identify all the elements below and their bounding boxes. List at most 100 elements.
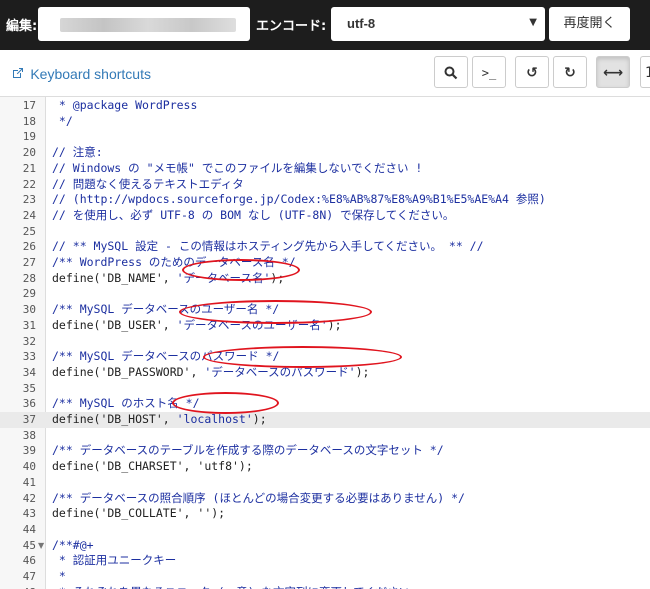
editor-topbar: 編集: エンコード: utf-8 ▼ 再度開く <box>0 0 650 50</box>
line-number: 21 <box>22 161 36 175</box>
redo-button[interactable]: ↻ <box>553 56 587 88</box>
code-line[interactable]: 19 <box>0 129 650 145</box>
keyboard-shortcuts-link[interactable]: Keyboard shortcuts <box>12 66 151 82</box>
code-text: /** データベースの照合順序 (ほとんどの場合変更する必要はありません) */ <box>52 490 465 505</box>
code-line[interactable]: 29 <box>0 286 650 302</box>
chevron-down-icon: ▼ <box>529 17 537 28</box>
wrap-toggle-button[interactable]: ⟷ <box>596 56 630 88</box>
code-line[interactable]: 44 <box>0 522 650 538</box>
encoding-select[interactable]: utf-8 ▼ <box>331 7 545 41</box>
search-icon <box>444 66 458 80</box>
line-number: 40 <box>22 460 36 474</box>
toolbar-overflow-label: 1 <box>645 65 650 81</box>
code-line[interactable]: 23 // (http://wpdocs.sourceforge.jp/Codex… <box>0 192 650 208</box>
code-line[interactable]: 42 /** データベースの照合順序 (ほとんどの場合変更する必要はありません) … <box>0 491 650 507</box>
line-number: 38 <box>22 428 36 442</box>
code-text: // を使用し、必ず UTF-8 の BOM なし (UTF-8N) で保存して… <box>52 207 455 222</box>
code-line[interactable]: 36/** MySQL のホスト名 */ <box>0 396 650 412</box>
code-line[interactable]: 46 * 認証用ユニークキー <box>0 553 650 569</box>
line-number: 27 <box>22 256 36 269</box>
code-text: */ <box>52 113 73 128</box>
annotation-ellipse <box>182 259 300 281</box>
code-line[interactable]: 25 <box>0 224 650 240</box>
annotation-ellipse <box>172 392 279 414</box>
code-line[interactable]: 28 define('DB_NAME', 'データベース名'); <box>0 271 650 287</box>
line-number: 45 <box>22 538 36 552</box>
line-number: 35 <box>22 381 36 395</box>
code-text: // 問題なく使えるテキストエディタ <box>52 176 244 191</box>
annotation-ellipse <box>179 300 372 324</box>
undo-button[interactable]: ↺ <box>515 56 549 88</box>
blurred-filename <box>60 18 236 32</box>
code-line[interactable]: 26 // ** MySQL 設定 - この情報はホスティング先から入手してくださ… <box>0 239 650 255</box>
code-line[interactable]: 18 */ <box>0 114 650 130</box>
code-text: /** データベースのテーブルを作成する際のデータベースの文字セット */ <box>52 443 444 458</box>
code-define-prefix: define('DB_HOST', <box>52 412 177 426</box>
line-number: 44 <box>22 522 36 536</box>
file-label: 編集: <box>6 19 38 34</box>
code-line[interactable]: 20 // 注意: <box>0 145 650 161</box>
search-button[interactable] <box>434 56 468 88</box>
code-text: // Windows の "メモ帳" でこのファイルを編集しないでください ! <box>52 160 423 175</box>
fold-arrow-icon[interactable]: ▼ <box>38 538 44 554</box>
reopen-button[interactable]: 再度開く <box>549 7 630 41</box>
code-define-suffix: ); <box>355 364 370 379</box>
line-number: 46 <box>22 554 36 568</box>
code-text: * それぞれを異なるユニーク (一意) な文字列に変更してください。 <box>52 585 422 589</box>
code-text: define('DB_COLLATE', ''); <box>52 506 226 521</box>
line-number: 29 <box>22 287 36 301</box>
wrap-icon: ⟷ <box>602 65 624 81</box>
code-line[interactable]: 35 <box>0 381 650 397</box>
code-line[interactable]: 39 /** データベースのテーブルを作成する際のデータベースの文字セット */ <box>0 443 650 459</box>
encoding-value: utf-8 <box>347 16 376 31</box>
line-number: 34 <box>22 365 36 379</box>
code-line[interactable]: 48 * それぞれを異なるユニーク (一意) な文字列に変更してください。 <box>0 585 650 589</box>
code-text: // (http://wpdocs.sourceforge.jp/Codex:%… <box>52 192 546 207</box>
editor-toolbar: Keyboard shortcuts >_ ↺ ↻ ⟷ 1 <box>0 50 650 97</box>
code-editor[interactable]: 17 * @package WordPress 18 */19 20// 注意: 21… <box>0 97 650 589</box>
line-number: 43 <box>22 507 36 521</box>
line-number: 25 <box>22 224 36 238</box>
code-line[interactable]: 37 define('DB_HOST', 'localhost'); <box>0 412 650 428</box>
code-line[interactable]: 45 ▼ /**#@+ <box>0 538 650 554</box>
line-number: 26 <box>22 240 36 254</box>
code-line[interactable]: 27/** WordPress のためのデータベース名 */ <box>0 255 650 271</box>
code-line[interactable]: 24 // を使用し、必ず UTF-8 の BOM なし (UTF-8N) で保存… <box>0 208 650 224</box>
line-number: 36 <box>22 397 36 411</box>
code-text: /**#@+ <box>52 537 94 552</box>
code-line[interactable]: 38 <box>0 428 650 444</box>
filename-field[interactable] <box>38 7 250 41</box>
toolbar-overflow-button[interactable]: 1 <box>640 56 650 88</box>
line-number: 33 <box>22 350 36 364</box>
line-number: 47 <box>22 570 36 583</box>
code-text: define('DB_HOST', 'localhost'); <box>52 412 267 428</box>
code-text: * @package WordPress <box>52 98 198 112</box>
external-link-icon <box>12 68 27 82</box>
keyboard-shortcuts-label: Keyboard shortcuts <box>30 66 151 82</box>
code-line[interactable]: 43 define('DB_COLLATE', ''); <box>0 506 650 522</box>
line-number: 23 <box>22 193 36 207</box>
code-line[interactable]: 21 // Windows の "メモ帳" でこのファイルを編集しないでください … <box>0 161 650 177</box>
undo-icon: ↺ <box>526 65 538 81</box>
terminal-icon: >_ <box>481 66 497 80</box>
line-number: 48 <box>0 585 36 589</box>
code-line[interactable]: 17 * @package WordPress <box>0 98 650 114</box>
line-number: 37 <box>22 413 36 426</box>
code-define-prefix: define('DB_PASSWORD', <box>52 364 205 379</box>
code-line[interactable]: 47 * <box>0 569 650 585</box>
line-number: 24 <box>22 208 36 222</box>
line-number: 20 <box>22 146 36 160</box>
command-button[interactable]: >_ <box>472 56 506 88</box>
code-text: // ** MySQL 設定 - この情報はホスティング先から入手してください。… <box>52 239 484 254</box>
code-line[interactable]: 22 // 問題なく使えるテキストエディタ <box>0 177 650 193</box>
code-define-prefix: define('DB_USER', <box>52 317 177 332</box>
line-number: 22 <box>22 177 36 191</box>
code-define-prefix: define('DB_NAME', <box>52 270 177 285</box>
code-text: * 認証用ユニークキー <box>52 553 177 568</box>
code-line[interactable]: 41 <box>0 475 650 491</box>
code-text: // 注意: <box>52 145 103 160</box>
code-line[interactable]: 40 define('DB_CHARSET', 'utf8'); <box>0 459 650 475</box>
code-define-suffix: ); <box>252 412 267 426</box>
line-number: 41 <box>22 475 36 489</box>
config-value: 'localhost' <box>176 412 253 426</box>
